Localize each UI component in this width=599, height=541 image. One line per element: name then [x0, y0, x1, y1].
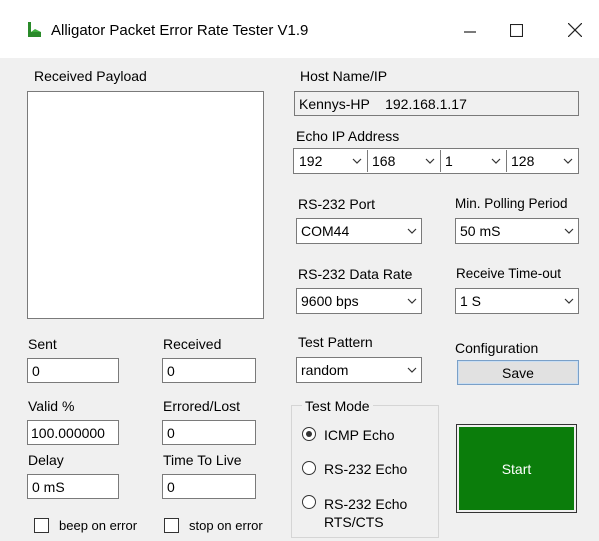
received-field[interactable]: 0: [162, 358, 256, 383]
echo-ip-label: Echo IP Address: [296, 128, 400, 144]
rts-echo-line2: RTS/CTS: [324, 514, 384, 530]
errored-lost-label: Errored/Lost: [163, 398, 241, 414]
valid-percent-label: Valid %: [28, 398, 75, 414]
stop-on-error-checkbox[interactable]: [164, 518, 179, 533]
echo-ip-octet-2[interactable]: 168: [368, 150, 439, 172]
test-pattern-label: Test Pattern: [298, 334, 373, 350]
chevron-down-icon: [352, 156, 362, 166]
polling-period-label: Min. Polling Period: [455, 196, 568, 211]
sent-label: Sent: [28, 336, 57, 352]
start-button[interactable]: Start: [456, 424, 577, 513]
icmp-echo-radio[interactable]: ICMP Echo: [302, 427, 395, 443]
errored-lost-field[interactable]: 0: [162, 420, 256, 445]
received-payload-textarea[interactable]: [27, 91, 264, 319]
echo-ip-octet-4[interactable]: 128: [507, 150, 577, 172]
close-icon: [567, 20, 583, 43]
receive-timeout-label: Receive Time-out: [456, 266, 562, 281]
rs232-port-label: RS-232 Port: [298, 196, 376, 212]
chevron-down-icon: [491, 156, 501, 166]
close-button[interactable]: [553, 12, 597, 50]
configuration-label: Configuration: [455, 340, 539, 356]
rts-echo-line1: RS-232 Echo: [324, 496, 408, 512]
alligator-icon: [25, 20, 43, 40]
rs232-echo-rts-cts-radio[interactable]: RS-232 Echo RTS/CTS: [302, 495, 407, 531]
test-mode-label: Test Mode: [302, 398, 373, 414]
received-label: Received: [163, 336, 222, 352]
host-name-field: Kennys-HP 192.168.1.17: [294, 91, 579, 116]
minimize-icon: [464, 20, 476, 43]
radio-unselected-icon: [302, 495, 316, 509]
chevron-down-icon: [563, 156, 573, 166]
radio-selected-icon: [302, 427, 316, 441]
test-pattern-select[interactable]: random: [296, 357, 422, 383]
chevron-down-icon: [564, 296, 574, 306]
echo-ip-octet-3[interactable]: 1: [441, 150, 505, 172]
maximize-button[interactable]: [494, 12, 538, 50]
echo-ip-octet-1[interactable]: 192: [295, 150, 366, 172]
chevron-down-icon: [407, 296, 417, 306]
radio-unselected-icon: [302, 461, 316, 475]
stop-on-error-label[interactable]: stop on error: [189, 518, 263, 533]
maximize-icon: [509, 20, 523, 43]
delay-label: Delay: [28, 452, 64, 468]
chevron-down-icon: [564, 226, 574, 236]
data-rate-label: RS-232 Data Rate: [298, 266, 413, 282]
chevron-down-icon: [407, 226, 417, 236]
window-title: Alligator Packet Error Rate Tester V1.9: [51, 22, 309, 39]
received-payload-label: Received Payload: [34, 68, 147, 84]
delay-field[interactable]: 0 mS: [27, 474, 119, 499]
rs232-echo-radio[interactable]: RS-232 Echo: [302, 461, 407, 477]
chevron-down-icon: [407, 365, 417, 375]
chevron-down-icon: [425, 156, 435, 166]
receive-timeout-select[interactable]: 1 S: [455, 288, 579, 314]
polling-period-select[interactable]: 50 mS: [455, 218, 579, 244]
beep-on-error-label[interactable]: beep on error: [59, 518, 137, 533]
rs232-port-select[interactable]: COM44: [296, 218, 422, 244]
minimize-button[interactable]: [448, 12, 492, 50]
host-name-label: Host Name/IP: [300, 68, 388, 84]
valid-percent-field[interactable]: 100.000000: [27, 420, 119, 445]
save-button[interactable]: Save: [457, 360, 579, 385]
time-to-live-label: Time To Live: [163, 452, 242, 468]
sent-field[interactable]: 0: [27, 358, 119, 383]
time-to-live-field[interactable]: 0: [162, 474, 256, 499]
beep-on-error-checkbox[interactable]: [34, 518, 49, 533]
data-rate-select[interactable]: 9600 bps: [296, 288, 422, 314]
